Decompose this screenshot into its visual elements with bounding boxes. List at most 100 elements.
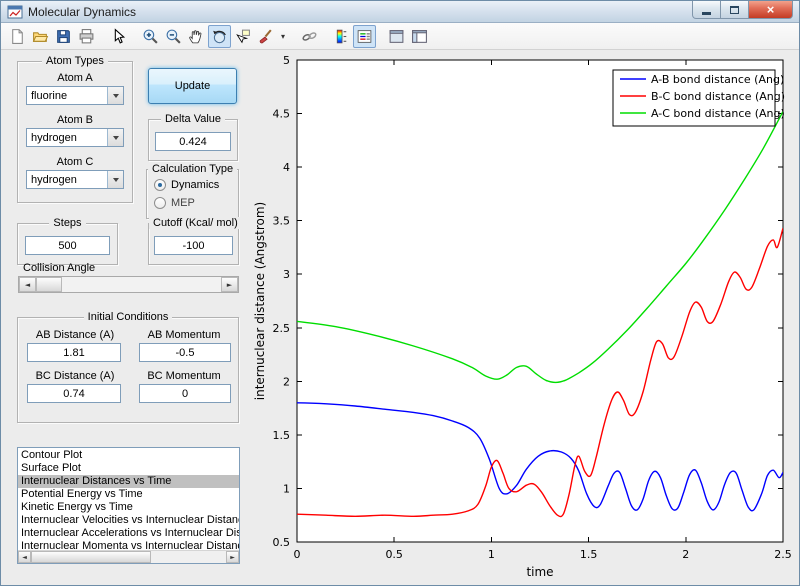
toolbar-separator: [376, 25, 385, 48]
dynamics-radio[interactable]: Dynamics: [154, 179, 219, 191]
delta-value-field[interactable]: [155, 132, 231, 151]
scrollbar-track[interactable]: [151, 551, 226, 563]
plot-type-listbox[interactable]: Contour Plot Surface Plot Internuclear Dis…: [17, 447, 240, 564]
minimize-button[interactable]: [692, 1, 721, 19]
link-chain-icon: [302, 31, 317, 41]
ab-distance-field[interactable]: [27, 343, 121, 362]
scrollbar-right-arrow[interactable]: ►: [226, 551, 239, 563]
plot-list-item[interactable]: Contour Plot: [18, 449, 239, 462]
edit-plot-button[interactable]: [107, 25, 130, 48]
bc-distance-field[interactable]: [27, 384, 121, 403]
bc-momentum-field[interactable]: [139, 384, 231, 403]
atom-a-value: fluorine: [31, 89, 68, 102]
chevron-down-icon: [112, 177, 119, 182]
show-plot-tools-icon: [412, 29, 427, 43]
plot-list-item[interactable]: Surface Plot: [18, 462, 239, 475]
zoom-in-icon: [143, 29, 158, 44]
ab-momentum-field[interactable]: [139, 343, 231, 362]
titlebar[interactable]: Molecular Dynamics ×: [1, 1, 799, 23]
new-document-icon: [12, 28, 23, 44]
app-window: Molecular Dynamics × ▾ Atom Types Atom A…: [0, 0, 800, 586]
link-plot-button[interactable]: [298, 25, 321, 48]
toolbar-separator: [130, 25, 139, 48]
zoom-out-button[interactable]: [162, 25, 185, 48]
pan-button[interactable]: [185, 25, 208, 48]
slider-track[interactable]: [62, 277, 221, 292]
atom-c-value: hydrogen: [31, 173, 77, 186]
atom-a-dropdown-button[interactable]: [107, 87, 123, 104]
calculation-type-title: Calculation Type: [147, 163, 238, 175]
listbox-horizontal-scrollbar[interactable]: ◄ ►: [18, 550, 239, 563]
plot-list-item[interactable]: Internuclear Accelerations vs Internucle…: [18, 527, 239, 540]
y-tick-label: 0.5: [273, 536, 291, 549]
delta-value-title: Delta Value: [160, 113, 226, 125]
mep-radio-label: MEP: [171, 197, 195, 209]
plot-list-item[interactable]: Internuclear Momenta vs Internuclear Dis…: [18, 540, 239, 550]
show-plot-tools-button[interactable]: [408, 25, 431, 48]
plot-list-item[interactable]: Kinetic Energy vs Time: [18, 501, 239, 514]
app-icon: [7, 4, 23, 20]
window-controls: ×: [692, 1, 793, 19]
plot-list-item[interactable]: Internuclear Velocities vs Internuclear …: [18, 514, 239, 527]
open-file-button[interactable]: [29, 25, 52, 48]
print-figure-button[interactable]: [75, 25, 98, 48]
bc-momentum-label: BC Momentum: [147, 370, 221, 382]
dynamics-radio-label: Dynamics: [171, 179, 220, 191]
ab-distance-label: AB Distance (A): [35, 329, 115, 341]
save-icon: [57, 29, 70, 43]
legend-entry-label: A-C bond distance (Ang): [651, 107, 785, 120]
new-figure-button[interactable]: [6, 25, 29, 48]
insert-colorbar-button[interactable]: [330, 25, 353, 48]
slider-thumb[interactable]: [36, 277, 62, 292]
x-tick-label: 1: [488, 548, 495, 561]
legend-entry-label: B-C bond distance (Ang): [651, 90, 785, 103]
data-cursor-icon: [236, 29, 250, 43]
steps-field[interactable]: [25, 236, 110, 255]
x-axis-label: time: [526, 565, 553, 579]
hide-plot-tools-icon: [389, 29, 404, 43]
plot-list-item[interactable]: Potential Energy vs Time: [18, 488, 239, 501]
atom-c-dropdown[interactable]: hydrogen: [26, 170, 124, 189]
close-icon: ×: [766, 1, 775, 17]
zoom-in-button[interactable]: [139, 25, 162, 48]
rotate-3d-button[interactable]: [208, 24, 231, 48]
printer-icon: [79, 28, 94, 43]
zoom-out-icon: [166, 29, 181, 44]
close-button[interactable]: ×: [749, 1, 793, 19]
atom-b-label: Atom B: [56, 114, 94, 126]
cursor-arrow-icon: [114, 27, 126, 44]
slider-right-arrow[interactable]: ►: [221, 277, 238, 292]
save-figure-button[interactable]: [52, 25, 75, 48]
update-button[interactable]: Update: [148, 68, 237, 104]
cutoff-field[interactable]: [154, 236, 233, 255]
brush-data-button[interactable]: [254, 25, 277, 48]
chevron-down-icon: ▾: [280, 31, 285, 41]
y-tick-label: 1.5: [273, 429, 291, 442]
atom-c-dropdown-button[interactable]: [107, 171, 123, 188]
mep-radio[interactable]: MEP: [154, 197, 195, 209]
collision-angle-label: Collision Angle: [23, 262, 96, 274]
toolbar-separator: [98, 25, 107, 48]
maximize-button[interactable]: [721, 1, 749, 19]
scrollbar-left-arrow[interactable]: ◄: [18, 551, 31, 563]
calculation-type-panel: Calculation Type: [146, 163, 239, 219]
hide-plot-tools-button[interactable]: [385, 25, 408, 48]
plot-list-item[interactable]: Internuclear Distances vs Time: [18, 475, 239, 488]
data-cursor-button[interactable]: [231, 25, 254, 48]
x-tick-label: 0: [294, 548, 301, 561]
brush-dropdown-button[interactable]: ▾: [277, 25, 289, 48]
plot-axes: 0 0.5 1 1.5 2 2.50.511.522.533.544.55timeinte…: [253, 54, 792, 579]
hand-icon: [189, 29, 202, 43]
scrollbar-thumb[interactable]: [31, 551, 151, 563]
slider-left-arrow[interactable]: ◄: [19, 277, 36, 292]
atom-b-dropdown-button[interactable]: [107, 129, 123, 146]
ab-momentum-label: AB Momentum: [147, 329, 221, 341]
plot-type-list: Contour Plot Surface Plot Internuclear Dis…: [18, 449, 239, 550]
atom-b-dropdown[interactable]: hydrogen: [26, 128, 124, 147]
arrow-left-icon: ◄: [22, 553, 27, 561]
brush-icon: [259, 28, 272, 43]
atom-a-dropdown[interactable]: fluorine: [26, 86, 124, 105]
maximize-icon: [730, 5, 739, 14]
insert-legend-button[interactable]: [353, 24, 376, 48]
collision-angle-slider[interactable]: ◄ ►: [18, 276, 239, 293]
